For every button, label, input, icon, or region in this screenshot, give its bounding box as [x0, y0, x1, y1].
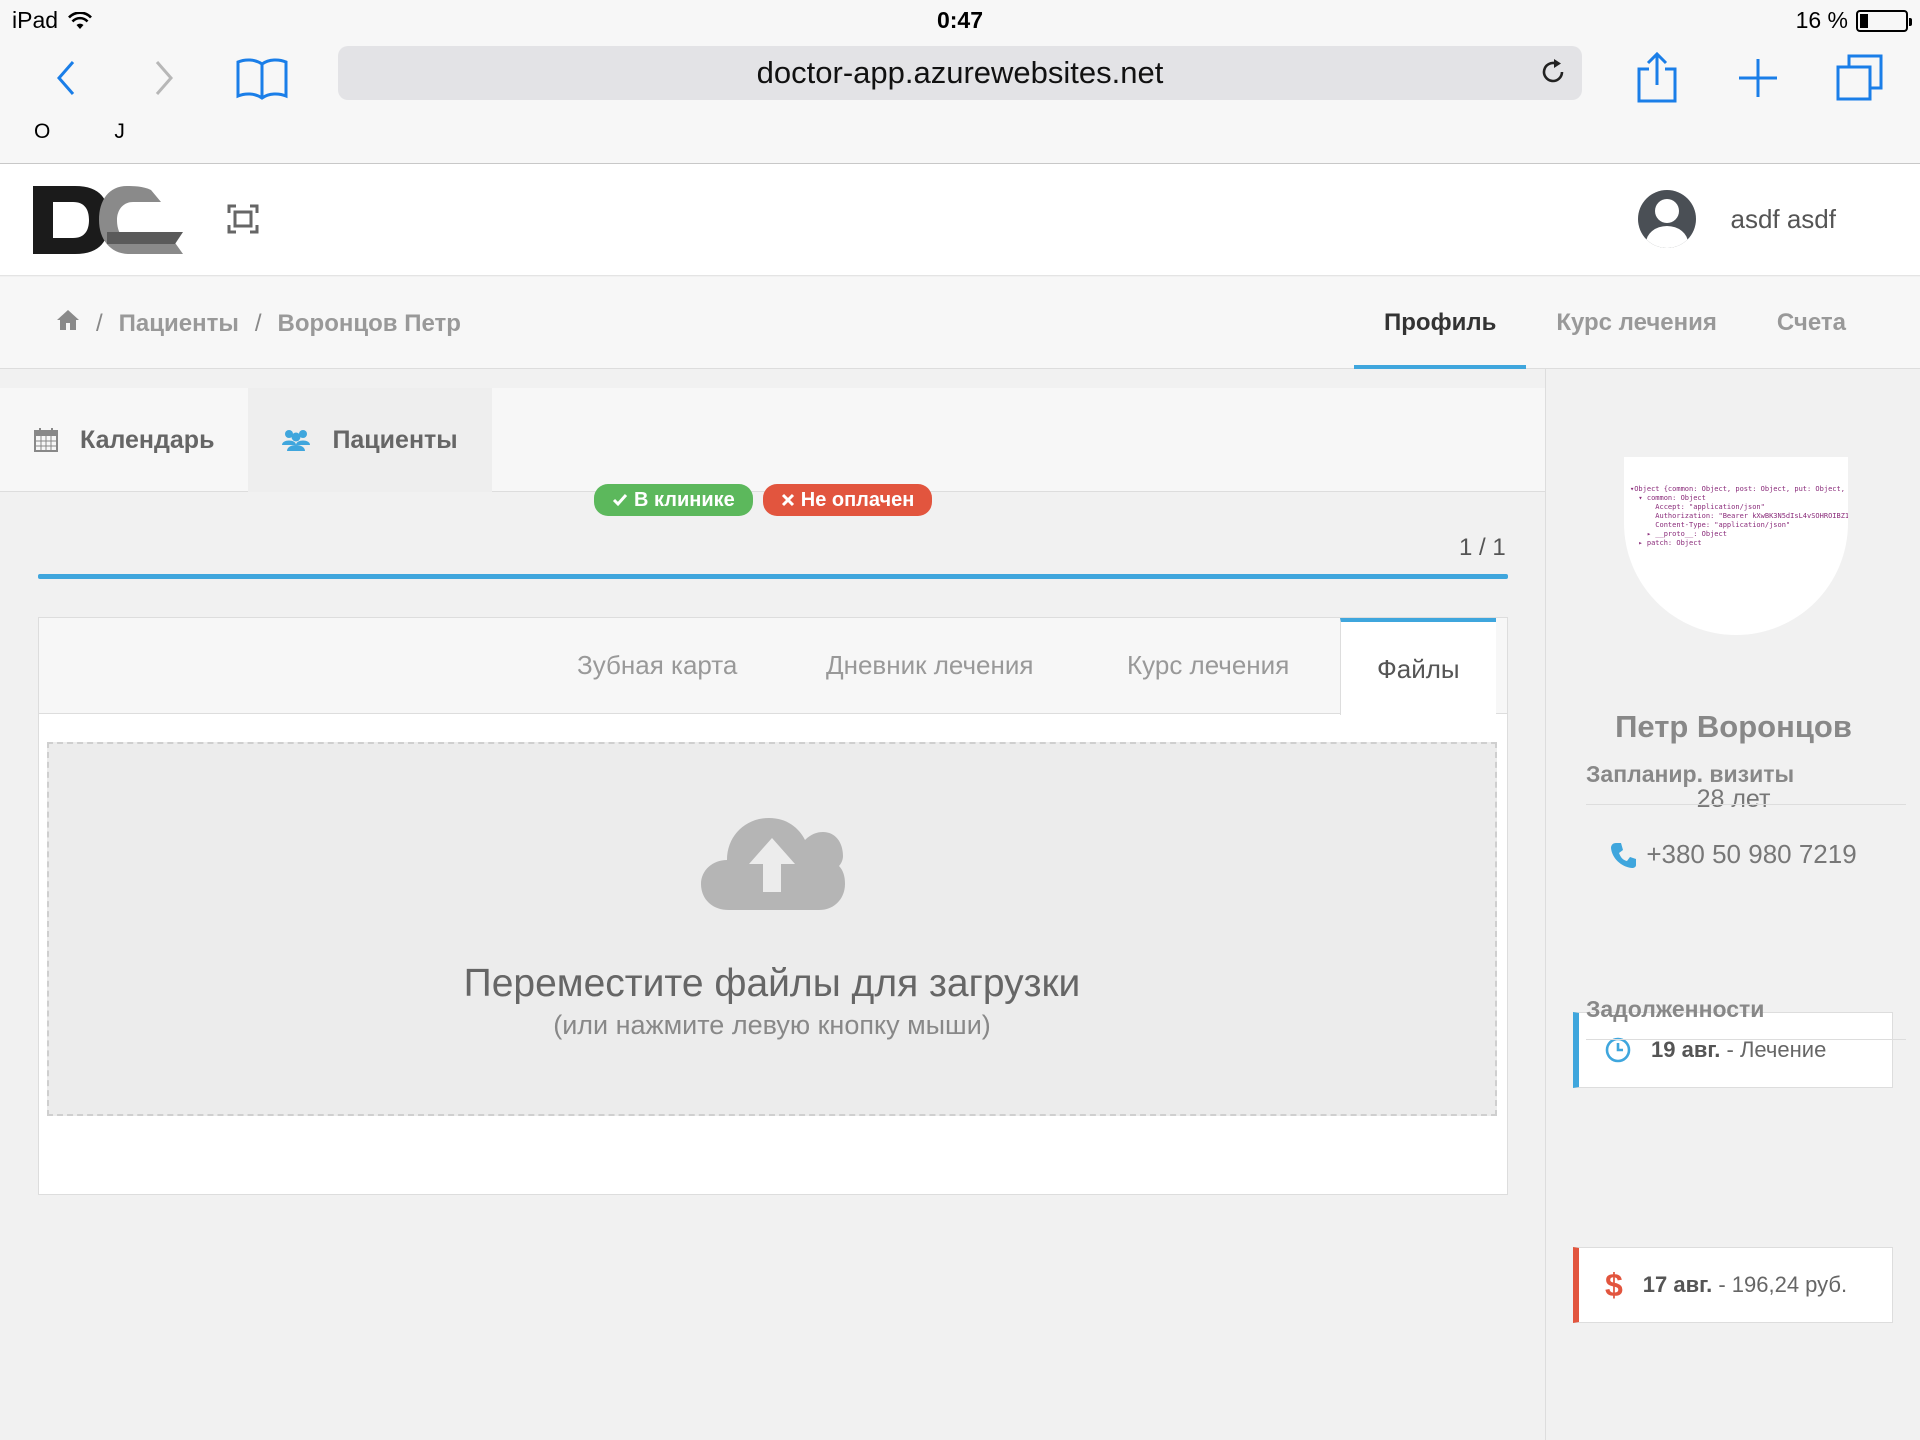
debt-amount: - 196,24 руб. [1718, 1272, 1848, 1297]
progress-bar [38, 574, 1508, 579]
dropzone-title: Переместите файлы для загрузки [463, 962, 1081, 1005]
status-bar: iPad 0:47 16 % [0, 0, 1920, 38]
debt-item[interactable]: $ 17 авг. - 196,24 руб. [1573, 1247, 1893, 1323]
status-badges: В клинике Не оплачен [594, 484, 933, 516]
breadcrumb-patient-name: Воронцов Петр [277, 309, 461, 337]
tab-invoices[interactable]: Счета [1747, 277, 1920, 369]
close-icon [781, 493, 794, 507]
visit-type: - Лечение [1726, 1037, 1827, 1062]
user-name: asdf asdf [1730, 203, 1836, 234]
tab-treatment-course-content[interactable]: Курс лечения [1127, 650, 1289, 681]
dropzone-subtitle: (или нажмите левую кнопку мыши) [553, 1010, 991, 1040]
nav-calendar[interactable]: Календарь [0, 388, 248, 492]
dollar-icon: $ [1605, 1266, 1623, 1303]
debug-screenshot-image: ▾Object {common: Object, post: Object, p… [1630, 485, 1848, 547]
content-tabs: Зубная карта Дневник лечения Курс лечени… [39, 618, 1507, 715]
breadcrumb-patients[interactable]: Пациенты [119, 310, 239, 338]
debts-heading: Задолженности [1586, 996, 1906, 1040]
avatar [1638, 190, 1697, 248]
file-dropzone[interactable]: Переместите файлы для загрузки (или нажм… [47, 742, 1497, 1116]
tab-treatment-course[interactable]: Курс лечения [1526, 277, 1747, 369]
cloud-upload-icon [699, 806, 845, 917]
patient-phone-number: +380 50 980 7219 [1646, 839, 1857, 869]
tabs-icon[interactable] [1830, 48, 1890, 108]
forward-icon[interactable] [134, 48, 194, 108]
bookmark-item[interactable]: O [34, 120, 50, 144]
users-icon [282, 430, 311, 451]
tab-profile[interactable]: Профиль [1354, 277, 1527, 369]
home-icon[interactable] [56, 309, 80, 338]
breadcrumb-bar: / Пациенты / Воронцов Петр Профиль Курс … [0, 277, 1920, 369]
nav-calendar-label: Календарь [80, 425, 215, 454]
debt-date: 17 авг. [1642, 1272, 1713, 1297]
battery-percent: 16 % [1795, 7, 1848, 33]
patient-sidebar: ▾Object {common: Object, post: Object, p… [1545, 369, 1920, 1440]
pager: 1 / 1 [1459, 534, 1506, 561]
check-icon [612, 494, 628, 507]
unpaid-label: Не оплачен [800, 488, 915, 511]
content-panel: Зубная карта Дневник лечения Курс лечени… [38, 617, 1508, 1195]
tab-files[interactable]: Файлы [1340, 618, 1496, 715]
back-icon[interactable] [36, 48, 96, 108]
fullscreen-icon[interactable] [227, 204, 259, 239]
planned-visits-heading: Запланир. визиты [1586, 761, 1906, 805]
new-tab-icon[interactable] [1728, 48, 1788, 108]
patient-name: Петр Воронцов [1615, 709, 1852, 744]
bookmark-item[interactable]: J [114, 120, 125, 144]
clock-icon [1605, 1037, 1631, 1063]
phone-icon [1611, 842, 1637, 868]
tab-treatment-diary[interactable]: Дневник лечения [826, 650, 1033, 681]
address-bar[interactable]: doctor-app.azurewebsites.net [338, 46, 1582, 100]
patient-phone[interactable]: +380 50 980 7219 [1546, 839, 1920, 870]
url-text: doctor-app.azurewebsites.net [756, 55, 1164, 90]
calendar-icon [34, 428, 58, 452]
clock: 0:47 [936, 7, 984, 33]
user-menu[interactable]: asdf asdf [1638, 190, 1836, 248]
bookmarks-bar: O J [34, 120, 125, 144]
share-icon[interactable] [1627, 48, 1687, 108]
battery-icon [1856, 9, 1912, 32]
app-header: asdf asdf [0, 164, 1920, 276]
visit-date: 19 авг. [1651, 1037, 1721, 1062]
in-clinic-label: В клинике [634, 488, 735, 511]
nav-patients-label: Пациенты [332, 425, 458, 454]
in-clinic-badge: В клинике [594, 484, 753, 516]
breadcrumb: / Пациенты / Воронцов Петр [56, 309, 461, 338]
profile-tabs: Профиль Курс лечения Счета [1354, 277, 1920, 369]
reload-icon[interactable] [1538, 57, 1568, 95]
nav-patients[interactable]: Пациенты [248, 388, 492, 492]
browser-toolbar: doctor-app.azurewebsites.net O J [0, 38, 1920, 164]
app-logo[interactable] [33, 186, 183, 259]
tab-dental-chart[interactable]: Зубная карта [577, 650, 737, 681]
unpaid-badge: Не оплачен [762, 484, 933, 516]
app-nav: Календарь Пациенты [0, 388, 1545, 492]
bookmarks-icon[interactable] [232, 48, 292, 108]
patient-photo: ▾Object {common: Object, post: Object, p… [1624, 457, 1848, 635]
